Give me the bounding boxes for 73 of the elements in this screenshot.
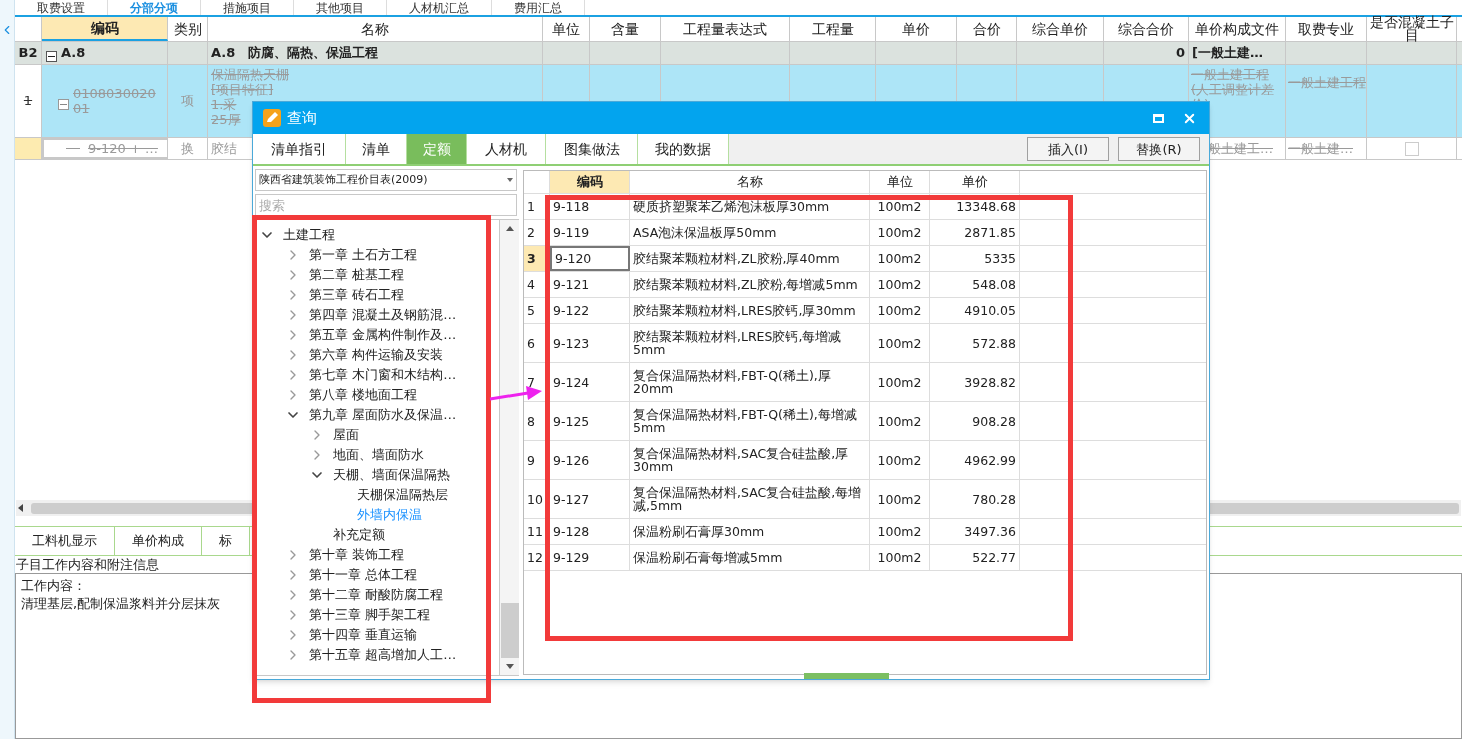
row-number: 6 bbox=[524, 324, 550, 362]
table-cell: 100m2 bbox=[870, 363, 930, 401]
table-cell-text: A.8 防腐、隔热、保温工程 bbox=[210, 44, 380, 63]
table-cell: 胶结聚苯颗粒材料,LRES胶钙,每增减5mm bbox=[630, 324, 870, 362]
table-cell: 9-120 bbox=[550, 246, 630, 271]
table-cell: 复合保温隔热材料,FBT-Q(稀土),每增减5mm bbox=[630, 402, 870, 440]
row-number: 9 bbox=[524, 441, 550, 479]
table-cell: 100m2 bbox=[870, 324, 930, 362]
table-cell: 保温粉刷石膏每增减5mm bbox=[630, 545, 870, 570]
cell-text: 1.采 bbox=[211, 97, 237, 112]
dialog-title: 查询 bbox=[287, 107, 317, 129]
table-cell: 9-124 bbox=[550, 363, 630, 401]
table-cell: 572.88 bbox=[930, 324, 1020, 362]
table-cell: 100m2 bbox=[870, 246, 930, 271]
table-cell: 5335 bbox=[930, 246, 1020, 271]
table-cell: 复合保温隔热材料,FBT-Q(稀土),厚20mm bbox=[630, 363, 870, 401]
panel-title: 子目工作内容和附注信息 bbox=[16, 556, 159, 573]
table-cell: 100m2 bbox=[870, 519, 930, 544]
table-cell: 保温粉刷石膏厚30mm bbox=[630, 519, 870, 544]
table-cell-text: 一般土建… bbox=[1287, 139, 1354, 158]
table-cell: 548.08 bbox=[930, 272, 1020, 297]
table-cell: 9-119 bbox=[550, 220, 630, 245]
note-text: 工作内容： bbox=[21, 577, 86, 595]
cell-text: 010803002001 bbox=[73, 86, 157, 116]
table-cell: 2871.85 bbox=[930, 220, 1020, 245]
table-cell: 复合保温隔热材料,SAC复合硅盐酸,厚30mm bbox=[630, 441, 870, 479]
table-cell-text: [一般土建… bbox=[1191, 44, 1264, 63]
table-cell: 4962.99 bbox=[930, 441, 1020, 479]
table-cell: 13348.68 bbox=[930, 194, 1020, 219]
table-cell: 9-125 bbox=[550, 402, 630, 440]
table-cell: 100m2 bbox=[870, 545, 930, 570]
table-cell: 522.77 bbox=[930, 545, 1020, 570]
table-cell: 100m2 bbox=[870, 220, 930, 245]
note-text: 清理基层,配制保温浆料并分层抹灰 bbox=[21, 595, 221, 613]
row-number: 5 bbox=[524, 298, 550, 323]
row-number: B2 bbox=[17, 44, 39, 63]
table-cell: 9-118 bbox=[550, 194, 630, 219]
table-cell: 908.28 bbox=[930, 402, 1020, 440]
table-cell: 9-126 bbox=[550, 441, 630, 479]
table-cell: 3497.36 bbox=[930, 519, 1020, 544]
table-cell: 胶结聚苯颗粒材料,ZL胶粉,厚40mm bbox=[630, 246, 870, 271]
table-cell-text: 一般土建工程 bbox=[1287, 74, 1366, 90]
table-cell: 胶结聚苯颗粒材料,LRES胶钙,厚30mm bbox=[630, 298, 870, 323]
row-number: 2 bbox=[524, 220, 550, 245]
row-number: 1 bbox=[22, 92, 34, 111]
table-cell: ASA泡沫保温板厚50mm bbox=[630, 220, 870, 245]
cell-text: 保温隔热天棚 bbox=[211, 67, 289, 82]
table-cell-text: 胶结 bbox=[211, 139, 237, 158]
table-cell-text: 换 bbox=[180, 139, 195, 158]
table-cell: 100m2 bbox=[870, 480, 930, 518]
cell-text: A.8 bbox=[61, 44, 86, 63]
cell-text: 25厚 bbox=[211, 112, 241, 127]
table-cell-text: 0 bbox=[1174, 44, 1186, 63]
table-cell: 复合保温隔热材料,SAC复合硅盐酸,每增减,5mm bbox=[630, 480, 870, 518]
table-cell-text: 项 bbox=[180, 92, 195, 111]
table-cell: 100m2 bbox=[870, 272, 930, 297]
table-cell: 780.28 bbox=[930, 480, 1020, 518]
table-cell: 3928.82 bbox=[930, 363, 1020, 401]
table-cell: 9-121 bbox=[550, 272, 630, 297]
row-number: 1 bbox=[524, 194, 550, 219]
row-number: 4 bbox=[524, 272, 550, 297]
table-cell: 100m2 bbox=[870, 298, 930, 323]
table-cell: 100m2 bbox=[870, 441, 930, 479]
table-cell: 胶结聚苯颗粒材料,ZL胶粉,每增减5mm bbox=[630, 272, 870, 297]
table-cell: 9-123 bbox=[550, 324, 630, 362]
row-number: 8 bbox=[524, 402, 550, 440]
table-cell: 100m2 bbox=[870, 402, 930, 440]
table-cell: 100m2 bbox=[870, 194, 930, 219]
cell-text: [项目特征] bbox=[211, 82, 274, 97]
cell-text: 9-120 + … bbox=[88, 139, 158, 158]
table-cell: 4910.05 bbox=[930, 298, 1020, 323]
table-cell: 9-122 bbox=[550, 298, 630, 323]
table-cell: 硬质挤塑聚苯乙烯泡沫板厚30mm bbox=[630, 194, 870, 219]
